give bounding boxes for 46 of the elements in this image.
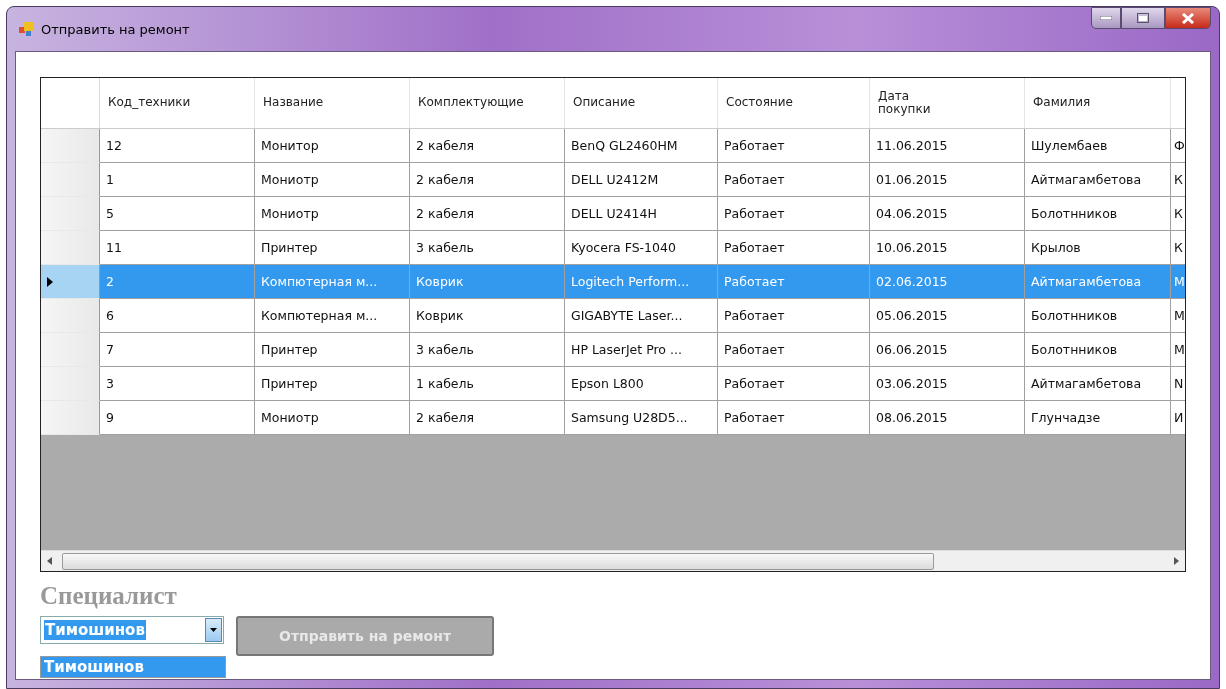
column-header[interactable]: Фамилия: [1025, 78, 1171, 128]
column-header[interactable]: Название: [255, 78, 410, 128]
horizontal-scrollbar[interactable]: [41, 550, 1185, 571]
table-row[interactable]: 1 Мониотр 2 кабеля DELL U2412M Работает 01.06.2015 Айтмагамбетова К: [41, 163, 1185, 197]
table-cell: 2 кабеля: [410, 401, 565, 435]
table-cell: Samsung U28D5...: [565, 401, 718, 435]
minimize-button[interactable]: [1091, 7, 1121, 29]
table-cell: Глунчадзе: [1025, 401, 1171, 435]
table-cell: 08.06.2015: [870, 401, 1025, 435]
column-header[interactable]: Описание: [565, 78, 718, 128]
scroll-right-icon: [1174, 557, 1179, 565]
column-header[interactable]: Состояние: [718, 78, 870, 128]
table-row[interactable]: 7 Принтер 3 кабель HP LaserJet Pro ... Работает 06.06.2015 Болотнников М: [41, 333, 1185, 367]
column-header[interactable]: Комплектующие: [410, 78, 565, 128]
column-header[interactable]: Дата покупки: [870, 78, 1025, 128]
table-cell: Работает: [718, 265, 870, 299]
table-row[interactable]: 11 Принтер 3 кабель Kyocera FS-1040 Работает 10.06.2015 Крылов К: [41, 231, 1185, 265]
table-cell: Коврик: [410, 265, 565, 299]
table-row[interactable]: 5 Мониотр 2 кабеля DELL U2414H Работает 04.06.2015 Болотнников К: [41, 197, 1185, 231]
close-icon: [1182, 12, 1194, 24]
window-title: Отправить на ремонт: [41, 21, 190, 37]
table-cell: И: [1171, 401, 1185, 435]
table-cell: Logitech Perform...: [565, 265, 718, 299]
scroll-left-icon: [47, 557, 52, 565]
dropdown-caret-icon: [210, 628, 217, 632]
maximize-button[interactable]: [1121, 7, 1165, 29]
table-cell: Работает: [718, 401, 870, 435]
specialist-label: Специалист: [40, 582, 178, 610]
table-cell: 2: [100, 265, 255, 299]
app-icon: [19, 22, 33, 36]
table-row[interactable]: 9 Мониотр 2 кабеля Samsung U28D5... Работает 08.06.2015 Глунчадзе И: [41, 401, 1185, 435]
table-cell: Айтмагамбетова: [1025, 265, 1171, 299]
close-button[interactable]: [1165, 7, 1211, 29]
table-row[interactable]: 12 Монитор 2 кабеля BenQ GL2460HM Работает 11.06.2015 Шулембаев Ф: [41, 129, 1185, 163]
maximize-icon: [1137, 13, 1149, 23]
column-header[interactable]: Код_техники: [100, 78, 255, 128]
table-cell: Мониотр: [255, 401, 410, 435]
table-cell: Компютерная м...: [255, 265, 410, 299]
current-row-icon: [47, 276, 53, 287]
table-cell: 02.06.2015: [870, 265, 1025, 299]
minimize-icon: [1100, 16, 1112, 20]
table-row[interactable]: 3 Принтер 1 кабель Epson L800 Работает 03.06.2015 Айтмагамбетова N: [41, 367, 1185, 401]
table-cell: 9: [100, 401, 255, 435]
table-cell: М: [1171, 265, 1185, 299]
table-row[interactable]: 6 Компютерная м... Коврик GIGABYTE Laser... Работает 05.06.2015 Болотнников М: [41, 299, 1185, 333]
scrollbar-thumb[interactable]: [62, 552, 934, 570]
